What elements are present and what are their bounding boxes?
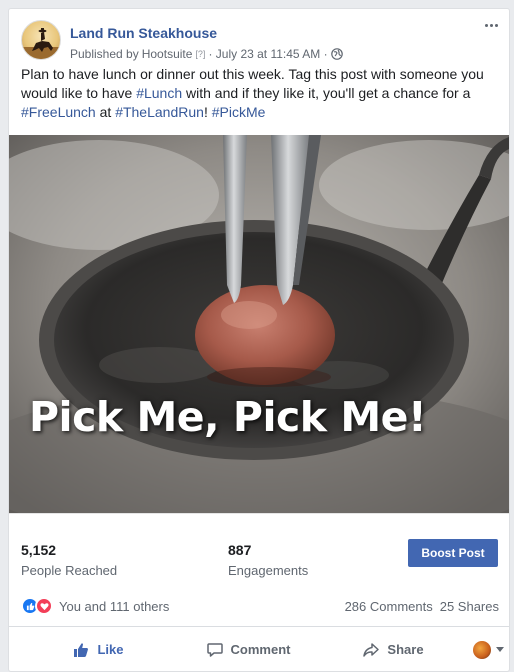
post-text-part: at bbox=[95, 104, 116, 120]
reaction-icons[interactable] bbox=[21, 597, 53, 615]
comment-icon bbox=[206, 642, 223, 657]
comment-label: Comment bbox=[230, 642, 291, 657]
engagements-label: Engagements bbox=[228, 563, 309, 578]
boost-post-button[interactable]: Boost Post bbox=[408, 539, 498, 567]
page-avatar[interactable] bbox=[21, 20, 61, 60]
engagements-value: 887 bbox=[228, 542, 252, 558]
post-text-part: ! bbox=[203, 104, 212, 120]
engagements-stat[interactable]: 887 Engagements bbox=[228, 542, 308, 578]
post-text-part: with and if they like it, you'll get a c… bbox=[182, 85, 471, 101]
love-reaction-icon bbox=[35, 597, 53, 615]
page-mini-avatar bbox=[473, 640, 491, 659]
comments-count[interactable]: 286 Comments bbox=[345, 599, 433, 614]
like-label: Like bbox=[97, 642, 124, 657]
post-header: Land Run Steakhouse Published by Hootsui… bbox=[21, 15, 501, 67]
hashtag-freelunch[interactable]: #FreeLunch bbox=[21, 104, 96, 120]
post-image[interactable]: Pick Me, Pick Me! bbox=[9, 135, 509, 513]
post-meta: Published by Hootsuite [?] · July 23 at … bbox=[70, 47, 343, 61]
hashtag-thelandrun[interactable]: #TheLandRun bbox=[115, 104, 204, 120]
reaction-summary[interactable]: You and 111 others bbox=[59, 599, 169, 614]
published-by-label: Published by bbox=[70, 47, 139, 61]
steak-in-pan-illustration bbox=[9, 135, 509, 513]
globe-icon bbox=[330, 48, 343, 60]
share-icon bbox=[363, 642, 380, 657]
thumbs-up-icon bbox=[74, 642, 89, 657]
shares-count[interactable]: 25 Shares bbox=[440, 599, 499, 614]
cowboy-logo-icon bbox=[22, 28, 60, 59]
share-label: Share bbox=[387, 642, 424, 657]
comment-button[interactable]: Comment bbox=[173, 634, 323, 666]
hashtag-pickme[interactable]: #PickMe bbox=[212, 104, 266, 120]
post-date[interactable]: · July 23 at 11:45 AM · bbox=[208, 47, 327, 61]
people-reached-label: People Reached bbox=[21, 563, 118, 578]
help-marker[interactable]: [?] bbox=[195, 49, 205, 59]
dropdown-caret-icon bbox=[496, 647, 504, 652]
post-message: Plan to have lunch or dinner out this we… bbox=[21, 65, 501, 122]
post-as-selector[interactable] bbox=[473, 640, 504, 659]
hashtag-lunch[interactable]: #Lunch bbox=[136, 85, 182, 101]
share-button[interactable]: Share bbox=[323, 634, 463, 666]
page-name-link[interactable]: Land Run Steakhouse bbox=[70, 25, 217, 41]
engagement-counts: 286 Comments 25 Shares bbox=[345, 599, 499, 614]
image-caption: Pick Me, Pick Me! bbox=[29, 393, 427, 441]
more-options-icon[interactable] bbox=[481, 17, 501, 33]
post-card: Land Run Steakhouse Published by Hootsui… bbox=[8, 8, 510, 672]
publisher-link[interactable]: Hootsuite bbox=[142, 47, 193, 61]
people-reached-stat[interactable]: 5,152 People Reached bbox=[21, 542, 117, 578]
reactions-bar: You and 111 others 286 Comments 25 Share… bbox=[21, 596, 499, 616]
action-bar: Like Comment Share bbox=[9, 626, 509, 672]
people-reached-value: 5,152 bbox=[21, 542, 57, 558]
like-button[interactable]: Like bbox=[23, 634, 173, 666]
